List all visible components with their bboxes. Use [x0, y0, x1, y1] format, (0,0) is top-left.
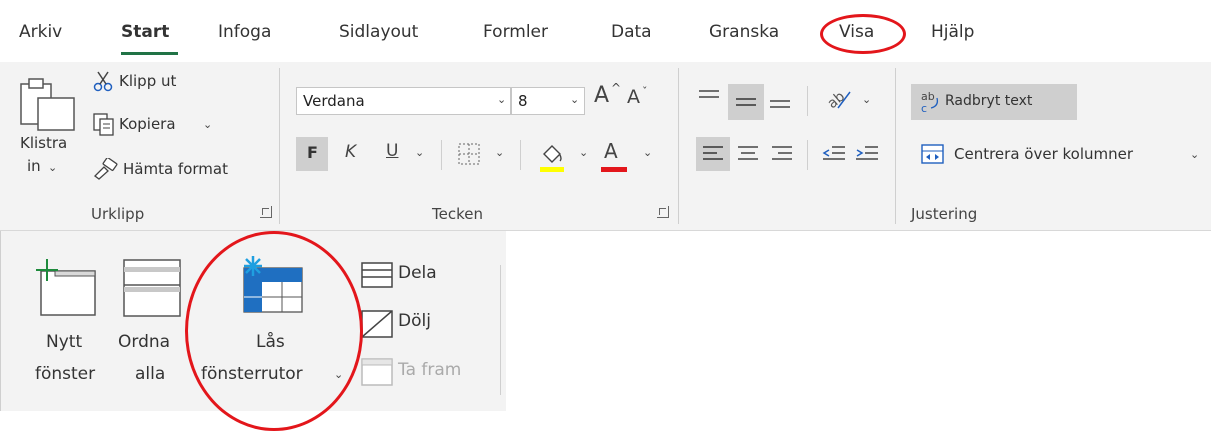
group-divider: [895, 68, 896, 224]
chevron-down-icon[interactable]: ⌄: [862, 93, 871, 106]
borders-icon[interactable]: [457, 142, 481, 166]
bold-button[interactable]: F: [296, 137, 328, 171]
tab-formler[interactable]: Formler: [483, 22, 548, 42]
orientation-icon[interactable]: ab: [824, 84, 854, 112]
font-size-value: 8: [518, 92, 528, 110]
format-painter-label: Hämta format: [123, 160, 228, 178]
unhide-window-icon: [361, 358, 393, 386]
freeze-panes-icon: [243, 256, 303, 313]
dialog-launcher-icon[interactable]: [260, 206, 272, 218]
group-divider: [279, 68, 280, 224]
hide-label: Dölj: [398, 311, 431, 331]
font-name-value: Verdana: [303, 92, 365, 110]
dialog-launcher-icon[interactable]: [657, 206, 669, 218]
divider: [441, 140, 442, 170]
new-window-icon: [36, 259, 96, 316]
wrap-text-button[interactable]: ab c Radbryt text: [911, 84, 1077, 120]
scissors-icon: [93, 71, 113, 92]
copy-icon: [93, 113, 114, 136]
paste-label-line2: in: [27, 157, 41, 175]
caret-up-icon: ^: [611, 81, 622, 95]
cut-label: Klipp ut: [119, 72, 177, 90]
chevron-down-icon: ⌄: [48, 161, 58, 174]
grow-font-glyph: A: [594, 83, 610, 108]
wrap-text-icon: ab c: [921, 90, 939, 114]
split-icon: [361, 262, 393, 288]
align-middle-button[interactable]: [728, 84, 764, 120]
font-color-glyph: A: [604, 139, 618, 163]
copy-label: Kopiera: [119, 115, 176, 133]
chevron-down-icon[interactable]: ⌄: [643, 146, 652, 159]
align-middle-icon: [736, 98, 756, 106]
chevron-down-icon[interactable]: ⌄: [579, 146, 588, 159]
merge-center-label: Centrera över kolumner: [954, 145, 1134, 163]
unhide-label: Ta fram: [398, 360, 462, 380]
divider: [520, 140, 521, 170]
freeze-panes-label-line1: Lås: [256, 332, 285, 352]
merge-center-icon: [921, 144, 944, 164]
arrange-all-label-line2: alla: [135, 364, 166, 384]
tab-granska[interactable]: Granska: [709, 22, 779, 42]
tab-visa[interactable]: Visa: [839, 22, 874, 42]
chevron-down-icon[interactable]: ⌄: [203, 118, 212, 131]
increase-indent-icon[interactable]: [855, 144, 879, 164]
fill-color-icon[interactable]: [538, 140, 566, 174]
font-color-swatch: [601, 167, 627, 172]
chevron-down-icon: ⌄: [334, 368, 344, 381]
tab-hjalp[interactable]: Hjälp: [931, 22, 974, 42]
shrink-font-glyph: A: [627, 86, 640, 108]
tab-arkiv[interactable]: Arkiv: [19, 22, 62, 42]
chevron-down-icon[interactable]: ⌄: [1190, 148, 1199, 161]
underline-button[interactable]: U: [386, 141, 398, 161]
group-label-alignment: Justering: [911, 205, 978, 223]
hide-window-icon: [361, 310, 393, 338]
tab-sidlayout[interactable]: Sidlayout: [339, 22, 418, 42]
tab-infoga[interactable]: Infoga: [218, 22, 271, 42]
italic-button[interactable]: K: [345, 142, 356, 162]
align-center-icon[interactable]: [737, 144, 759, 164]
split-label: Dela: [398, 263, 437, 283]
group-divider: [678, 68, 679, 224]
caret-down-icon: ˇ: [642, 85, 648, 98]
font-name-select[interactable]: Verdana: [296, 87, 511, 115]
format-painter-icon: [94, 158, 118, 180]
tab-start[interactable]: Start: [121, 22, 169, 42]
paste-icon: [20, 78, 75, 131]
divider: [807, 140, 808, 170]
chevron-down-icon[interactable]: ⌄: [495, 146, 504, 159]
align-left-button[interactable]: [696, 137, 730, 171]
group-divider: [500, 265, 501, 395]
active-tab-underline: [121, 52, 178, 55]
divider: [807, 86, 808, 116]
wrap-text-label: Radbryt text: [945, 93, 1033, 109]
arrange-all-icon: [123, 259, 181, 317]
align-top-icon[interactable]: [697, 87, 721, 109]
paste-label-line1: Klistra: [20, 134, 68, 152]
tab-data[interactable]: Data: [611, 22, 652, 42]
arrange-all-label-line1: Ordna: [118, 332, 171, 352]
group-label-font: Tecken: [432, 205, 483, 223]
align-right-icon[interactable]: [771, 144, 793, 164]
chevron-down-icon: ⌄: [570, 93, 580, 106]
bold-glyph: F: [307, 143, 318, 162]
new-window-label-line2: fönster: [35, 364, 96, 384]
new-window-label-line1: Nytt: [46, 332, 83, 352]
chevron-down-icon[interactable]: ⌄: [415, 146, 424, 159]
align-left-icon: [703, 146, 723, 160]
chevron-down-icon: ⌄: [497, 93, 507, 106]
group-label-clipboard: Urklipp: [91, 205, 145, 223]
align-bottom-icon[interactable]: [768, 87, 792, 111]
decrease-indent-icon[interactable]: [822, 144, 846, 164]
svg-text:c: c: [921, 102, 927, 114]
freeze-panes-label-line2: fönsterrutor: [201, 364, 303, 384]
